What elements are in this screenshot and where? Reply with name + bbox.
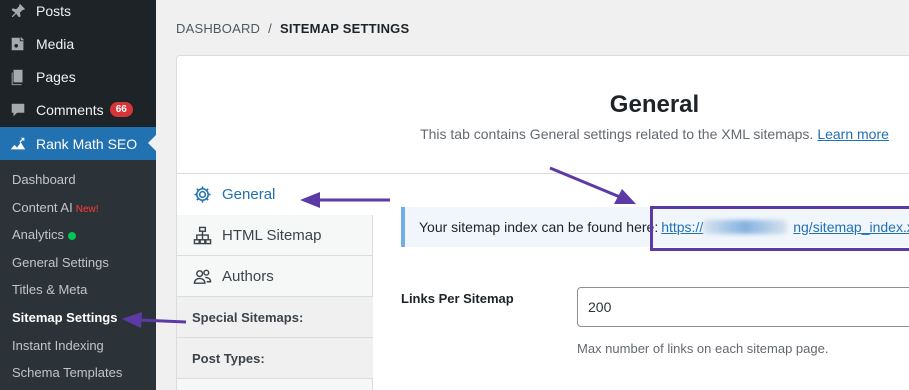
special-sitemaps-heading: Special Sitemaps:	[177, 297, 373, 338]
rank-math-submenu: Dashboard Content AI New! Analytics Gener…	[0, 160, 156, 390]
menu-label: Pages	[36, 68, 76, 85]
links-per-sitemap-label: Links Per Sitemap	[401, 291, 514, 306]
post-types-heading: Post Types:	[177, 338, 373, 379]
submenu-item-sitemap-settings[interactable]: Sitemap Settings	[12, 308, 117, 328]
submenu-item-dashboard[interactable]: Dashboard	[12, 170, 76, 190]
comment-icon	[8, 100, 28, 120]
active-indicator	[148, 135, 156, 151]
tab-html-sitemap[interactable]: HTML Sitemap	[177, 215, 373, 256]
rank-math-icon	[8, 134, 28, 154]
menu-item-posts[interactable]: Posts	[0, 0, 156, 27]
page-title: General	[609, 91, 700, 118]
pin-icon	[8, 1, 28, 21]
admin-sidebar: Posts Media Pages Comments 66 Rank Math …	[0, 0, 156, 390]
menu-item-media[interactable]: Media	[0, 27, 156, 60]
breadcrumb: DASHBOARD / SITEMAP SETTINGS	[176, 21, 409, 36]
new-tag: New!	[75, 204, 99, 215]
menu-label: Rank Math SEO	[36, 135, 138, 152]
menu-item-rank-math-seo[interactable]: Rank Math SEO	[0, 127, 156, 160]
tab-general[interactable]: General	[177, 174, 374, 215]
panel-header: General This tab contains General settin…	[177, 56, 909, 174]
submenu-item-instant-indexing[interactable]: Instant Indexing	[12, 336, 104, 356]
menu-item-pages[interactable]: Pages	[0, 60, 156, 93]
status-dot-icon	[68, 231, 77, 240]
submenu-item-content-ai[interactable]: Content AI New!	[12, 198, 99, 218]
submenu-item-general-settings[interactable]: General Settings	[12, 253, 109, 273]
comments-count-badge: 66	[109, 102, 133, 117]
menu-label: Comments	[36, 101, 104, 118]
sitemap-icon	[192, 225, 212, 245]
submenu-item-schema-templates[interactable]: Schema Templates	[12, 363, 122, 383]
media-icon	[8, 34, 28, 54]
menu-label: Media	[36, 35, 75, 52]
links-per-sitemap-help: Max number of links on each sitemap page…	[577, 341, 829, 356]
tab-label: HTML Sitemap	[222, 226, 322, 244]
tab-label: Authors	[222, 267, 274, 285]
users-icon	[192, 266, 212, 286]
submenu-item-analytics[interactable]: Analytics	[12, 225, 77, 245]
annotation-highlight-box	[650, 206, 909, 251]
tab-label: General	[222, 186, 276, 203]
menu-item-comments[interactable]: Comments 66	[0, 93, 156, 126]
gear-icon	[192, 185, 212, 205]
settings-tabs: General HTML Sitemap Authors Special Sit…	[177, 174, 374, 390]
learn-more-link[interactable]: Learn more	[817, 126, 889, 142]
breadcrumb-root[interactable]: DASHBOARD	[176, 21, 260, 36]
pages-icon	[8, 67, 28, 87]
breadcrumb-separator: /	[268, 21, 272, 36]
notice-text: Your sitemap index can be found here:	[419, 219, 659, 235]
breadcrumb-current: SITEMAP SETTINGS	[279, 21, 410, 36]
submenu-item-titles-meta[interactable]: Titles & Meta	[12, 280, 87, 300]
page-description: This tab contains General settings relat…	[420, 126, 889, 142]
links-per-sitemap-input[interactable]	[577, 287, 909, 327]
tab-authors[interactable]: Authors	[177, 256, 373, 297]
menu-label: Posts	[36, 2, 72, 19]
